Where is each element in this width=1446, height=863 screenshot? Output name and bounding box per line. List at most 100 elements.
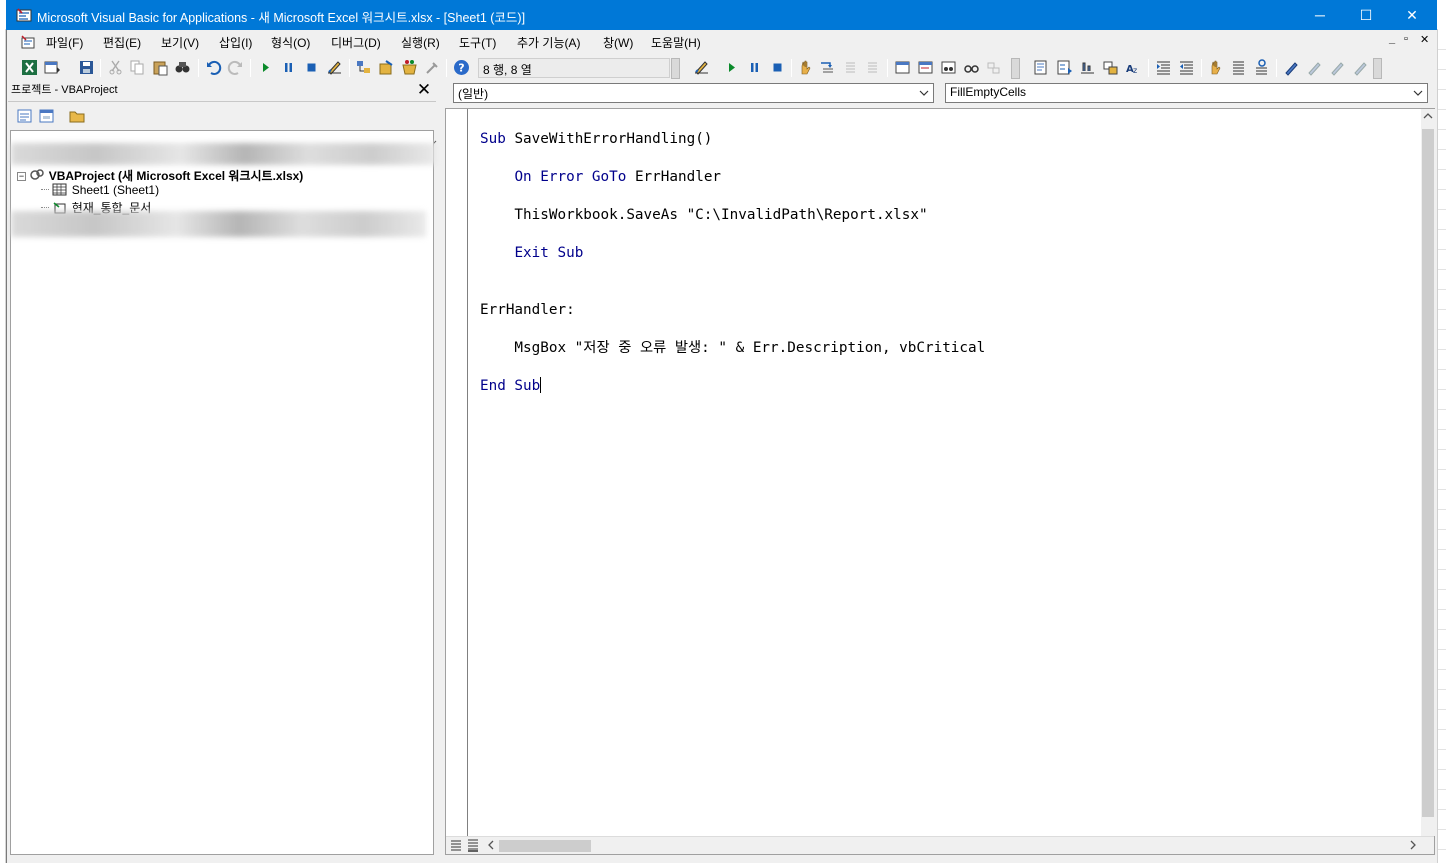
step-into-icon[interactable] — [819, 59, 836, 76]
margin-indicator-bar[interactable] — [446, 109, 468, 836]
parameter-info-icon[interactable] — [1102, 59, 1119, 76]
quick-info-icon[interactable] — [1079, 59, 1096, 76]
insert-userform-icon[interactable] — [43, 59, 60, 76]
menu-file[interactable]: 파일(F) — [46, 34, 83, 51]
collapse-icon[interactable]: − — [17, 172, 26, 181]
maximize-button[interactable]: ☐ — [1343, 0, 1389, 30]
minimize-button[interactable]: ─ — [1297, 0, 1343, 30]
toggle-bookmark-icon[interactable] — [1283, 59, 1300, 76]
previous-bookmark-icon[interactable] — [1329, 59, 1346, 76]
toolbar-overflow[interactable] — [671, 58, 680, 79]
toolbox-icon[interactable] — [424, 59, 441, 76]
indent-icon[interactable] — [1155, 59, 1172, 76]
paste-icon[interactable] — [152, 59, 169, 76]
project-explorer-icon[interactable] — [355, 59, 372, 76]
quick-watch-icon[interactable] — [963, 59, 980, 76]
immediate-window-icon[interactable] — [917, 59, 934, 76]
find-icon[interactable] — [174, 59, 191, 76]
code-line[interactable]: End Sub — [480, 377, 985, 396]
debug-break-icon[interactable] — [746, 59, 763, 76]
locals-window-icon[interactable] — [894, 59, 911, 76]
list-properties-icon[interactable] — [1033, 59, 1050, 76]
procedure-combo[interactable]: FillEmptyCells — [945, 83, 1428, 103]
toggle-breakpoint-2-icon[interactable] — [1207, 59, 1224, 76]
list-constants-icon[interactable] — [1056, 59, 1073, 76]
tree-node-vbaproject[interactable]: − VBAProject (새 Microsoft Excel 워크시트.xls… — [17, 167, 303, 184]
object-combo[interactable]: (일반) — [453, 83, 934, 103]
code-text[interactable]: Sub SaveWithErrorHandling() On Error GoT… — [480, 111, 985, 434]
menu-debug[interactable]: 디버그(D) — [331, 34, 381, 51]
comment-block-icon[interactable] — [1230, 59, 1247, 76]
run-icon[interactable] — [257, 59, 274, 76]
toolbar-overflow-3[interactable] — [1373, 58, 1382, 79]
code-line[interactable]: On Error GoTo ErrHandler — [480, 168, 985, 187]
code-editor[interactable]: Sub SaveWithErrorHandling() On Error GoT… — [445, 108, 1435, 855]
project-explorer-close-button[interactable]: ✕ — [415, 81, 433, 99]
next-bookmark-icon[interactable] — [1306, 59, 1323, 76]
code-line[interactable]: Exit Sub — [480, 244, 985, 263]
call-stack-icon[interactable] — [985, 59, 1002, 76]
mdi-close-button[interactable]: ✕ — [1420, 33, 1429, 46]
view-object-icon[interactable] — [39, 108, 55, 124]
design-mode-icon[interactable] — [326, 59, 343, 76]
code-line[interactable]: ErrHandler: — [480, 301, 985, 320]
vertical-scroll-thumb[interactable] — [1422, 129, 1434, 817]
menu-tools[interactable]: 도구(T) — [459, 34, 496, 51]
sheet-gridline — [1438, 209, 1446, 210]
code-line[interactable]: Sub SaveWithErrorHandling() — [480, 130, 985, 149]
cut-icon[interactable] — [107, 59, 124, 76]
toggle-folders-icon[interactable] — [69, 108, 85, 124]
vertical-scrollbar[interactable] — [1421, 109, 1435, 836]
scroll-right-icon[interactable] — [1406, 838, 1420, 852]
code-line[interactable]: MsgBox "저장 중 오류 발생: " & Err.Description,… — [480, 339, 985, 358]
outdent-icon[interactable] — [1178, 59, 1195, 76]
scroll-up-icon[interactable] — [1421, 109, 1435, 123]
code-line[interactable]: ThisWorkbook.SaveAs "C:\InvalidPath\Repo… — [480, 206, 985, 225]
system-menu-icon[interactable] — [20, 34, 36, 50]
chevron-down-icon[interactable] — [1412, 86, 1424, 100]
full-module-view-icon[interactable] — [466, 838, 480, 852]
mdi-minimize-button[interactable]: _ — [1389, 33, 1395, 45]
horizontal-scrollbar[interactable] — [446, 836, 1434, 854]
properties-window-icon[interactable] — [378, 59, 395, 76]
debug-run-icon[interactable] — [723, 59, 740, 76]
edit-design-icon[interactable] — [693, 59, 710, 76]
chevron-down-icon[interactable] — [918, 86, 930, 100]
object-browser-icon[interactable] — [401, 59, 418, 76]
complete-word-icon[interactable]: Az — [1125, 59, 1142, 76]
close-button[interactable]: ✕ — [1389, 0, 1435, 30]
menu-run[interactable]: 실행(R) — [401, 34, 440, 51]
step-over-icon[interactable] — [842, 59, 859, 76]
save-icon[interactable] — [78, 59, 95, 76]
toggle-breakpoint-icon[interactable] — [797, 59, 814, 76]
scroll-left-icon[interactable] — [484, 838, 498, 852]
break-icon[interactable] — [280, 59, 297, 76]
sheet-gridline — [1438, 229, 1446, 230]
menu-insert[interactable]: 삽입(I) — [219, 34, 252, 51]
view-code-icon[interactable] — [17, 108, 33, 124]
menu-window[interactable]: 창(W) — [603, 34, 633, 51]
clear-bookmarks-icon[interactable] — [1352, 59, 1369, 76]
mdi-restore-button[interactable]: ▫ — [1404, 33, 1408, 45]
toolbar-overflow-2[interactable] — [1011, 58, 1020, 79]
copy-icon[interactable] — [129, 59, 146, 76]
redo-icon[interactable] — [227, 59, 244, 76]
step-out-icon[interactable] — [864, 59, 881, 76]
vba-app-icon[interactable] — [16, 7, 32, 23]
excel-view-icon[interactable] — [21, 59, 38, 76]
reset-icon[interactable] — [303, 59, 320, 76]
uncomment-block-icon[interactable] — [1253, 59, 1270, 76]
menu-view[interactable]: 보기(V) — [161, 34, 199, 51]
tree-node-sheet1[interactable]: Sheet1 (Sheet1) — [41, 183, 159, 197]
undo-icon[interactable] — [205, 59, 222, 76]
menu-addins[interactable]: 추가 기능(A) — [517, 34, 581, 51]
menu-help[interactable]: 도움말(H) — [651, 34, 701, 51]
sheet-gridline — [1438, 49, 1446, 50]
menu-format[interactable]: 형식(O) — [271, 34, 310, 51]
menu-edit[interactable]: 편집(E) — [103, 34, 141, 51]
watch-window-icon[interactable] — [940, 59, 957, 76]
horizontal-scroll-thumb[interactable] — [499, 840, 591, 852]
help-icon[interactable]: ? — [453, 59, 470, 76]
debug-reset-icon[interactable] — [769, 59, 786, 76]
procedure-view-icon[interactable] — [449, 838, 463, 852]
